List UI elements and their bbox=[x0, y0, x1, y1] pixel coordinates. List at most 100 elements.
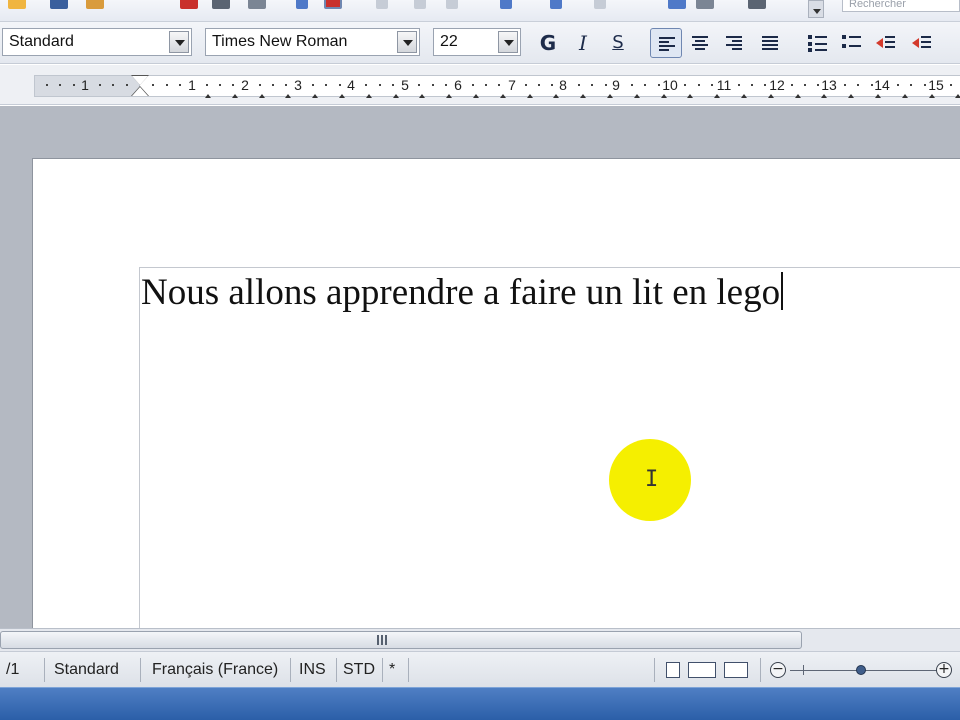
ruler-tab-stop[interactable] bbox=[473, 94, 479, 98]
zoom-out-button[interactable]: − bbox=[770, 662, 786, 678]
toolbar-overflow-button[interactable] bbox=[808, 0, 824, 18]
multi-page-view-icon[interactable] bbox=[688, 662, 716, 678]
preview-icon[interactable] bbox=[248, 0, 266, 9]
bold-button[interactable]: G bbox=[535, 30, 561, 56]
redo-icon[interactable] bbox=[594, 0, 606, 9]
insert-mode[interactable]: INS bbox=[299, 660, 326, 680]
single-page-view-icon[interactable] bbox=[666, 662, 680, 678]
ruler-tab-stop[interactable] bbox=[500, 94, 506, 98]
document-text-line[interactable]: Nous allons apprendre a faire un lit en … bbox=[141, 271, 784, 315]
indent-marker[interactable] bbox=[131, 75, 149, 96]
standard-toolbar: Rechercher bbox=[0, 0, 960, 22]
edit-file-icon[interactable] bbox=[86, 0, 104, 9]
ruler-tick bbox=[644, 84, 646, 86]
ruler-tick bbox=[73, 84, 75, 86]
underline-button[interactable]: S bbox=[605, 30, 631, 56]
horizontal-ruler[interactable]: 1 1 2 3 4 5 6 7 8 9 10 11 12 13 14 15 bbox=[0, 65, 960, 105]
formatting-toolbar: Standard Times New Roman 22 G I S bbox=[0, 22, 960, 64]
ruler-tab-stop[interactable] bbox=[607, 94, 613, 98]
document-area[interactable]: Nous allons apprendre a faire un lit en … bbox=[0, 106, 960, 628]
print-icon[interactable] bbox=[212, 0, 230, 9]
ruler-tick bbox=[472, 84, 474, 86]
hyperlink-icon[interactable] bbox=[668, 0, 686, 9]
modified-indicator[interactable]: * bbox=[389, 660, 395, 680]
ruler-tab-stop[interactable] bbox=[795, 94, 801, 98]
ruler-tab-stop[interactable] bbox=[232, 94, 238, 98]
justify-button[interactable] bbox=[754, 28, 786, 58]
zoom-slider-thumb[interactable] bbox=[856, 665, 866, 675]
navigator-icon[interactable] bbox=[748, 0, 766, 9]
copy-icon[interactable] bbox=[414, 0, 426, 9]
ruler-tab-stop[interactable] bbox=[285, 94, 291, 98]
table-icon[interactable] bbox=[696, 0, 714, 9]
ruler-tick bbox=[817, 84, 819, 86]
align-left-button[interactable] bbox=[650, 28, 682, 58]
ruler-tab-stop[interactable] bbox=[312, 94, 318, 98]
cut-icon[interactable] bbox=[376, 0, 388, 9]
page-style[interactable]: Standard bbox=[54, 660, 119, 680]
ruler-tab-stop[interactable] bbox=[929, 94, 935, 98]
document-page[interactable]: Nous allons apprendre a faire un lit en … bbox=[32, 158, 960, 628]
ruler-number: 1 bbox=[188, 77, 196, 93]
ruler-tab-stop[interactable] bbox=[875, 94, 881, 98]
ruler-tab-stop[interactable] bbox=[446, 94, 452, 98]
language[interactable]: Français (France) bbox=[152, 660, 278, 680]
format-paintbrush-icon[interactable] bbox=[500, 0, 512, 9]
decrease-indent-icon[interactable] bbox=[876, 34, 896, 52]
pdf-export-icon[interactable] bbox=[180, 0, 198, 9]
ruler-tab-stop[interactable] bbox=[821, 94, 827, 98]
font-name-select[interactable]: Times New Roman bbox=[205, 28, 420, 56]
ruler-tick bbox=[485, 84, 487, 86]
undo-icon[interactable] bbox=[550, 0, 562, 9]
paragraph-style-select[interactable]: Standard bbox=[2, 28, 192, 56]
ruler-tab-stop[interactable] bbox=[902, 94, 908, 98]
font-size-select[interactable]: 22 bbox=[433, 28, 521, 56]
spellcheck-icon[interactable] bbox=[296, 0, 308, 9]
italic-button[interactable]: I bbox=[570, 30, 596, 56]
increase-indent-icon[interactable] bbox=[912, 34, 932, 52]
numbering-icon[interactable] bbox=[808, 34, 828, 52]
paste-icon[interactable] bbox=[446, 0, 458, 9]
ruler-tab-stop[interactable] bbox=[848, 94, 854, 98]
ruler-tab-stop[interactable] bbox=[714, 94, 720, 98]
chevron-down-icon[interactable] bbox=[498, 31, 518, 53]
ruler-tick bbox=[738, 84, 740, 86]
ruler-tab-stop[interactable] bbox=[955, 94, 960, 98]
ruler-tab-stop[interactable] bbox=[687, 94, 693, 98]
open-folder-icon[interactable] bbox=[8, 0, 26, 9]
align-right-button[interactable] bbox=[718, 28, 750, 58]
search-input[interactable]: Rechercher bbox=[842, 0, 960, 12]
ruler-tab-stop[interactable] bbox=[393, 94, 399, 98]
ruler-tab-stop[interactable] bbox=[527, 94, 533, 98]
font-name-value: Times New Roman bbox=[212, 33, 348, 50]
book-view-icon[interactable] bbox=[724, 662, 748, 678]
zoom-in-button[interactable]: + bbox=[936, 662, 952, 678]
bullets-icon[interactable] bbox=[842, 34, 862, 52]
ruler-tick bbox=[325, 84, 327, 86]
ruler-tab-stop[interactable] bbox=[339, 94, 345, 98]
autocheck-icon[interactable] bbox=[324, 0, 342, 9]
ruler-tab-stop[interactable] bbox=[768, 94, 774, 98]
save-icon[interactable] bbox=[50, 0, 68, 9]
ruler-tab-stop[interactable] bbox=[661, 94, 667, 98]
ruler-tab-stop[interactable] bbox=[553, 94, 559, 98]
justify-icon bbox=[762, 36, 778, 50]
ruler-tab-stop[interactable] bbox=[580, 94, 586, 98]
horizontal-scrollbar[interactable] bbox=[0, 628, 960, 651]
selection-mode[interactable]: STD bbox=[343, 660, 375, 680]
ruler-tab-stop[interactable] bbox=[259, 94, 265, 98]
ruler-tab-stop[interactable] bbox=[419, 94, 425, 98]
status-divider bbox=[382, 658, 383, 682]
chevron-down-icon[interactable] bbox=[397, 31, 417, 53]
chevron-down-icon[interactable] bbox=[169, 31, 189, 53]
scrollbar-thumb[interactable] bbox=[0, 631, 802, 649]
ruler-tick bbox=[897, 84, 899, 86]
align-center-button[interactable] bbox=[684, 28, 716, 58]
ruler-tick bbox=[751, 84, 753, 86]
ruler-tab-stop[interactable] bbox=[741, 94, 747, 98]
ruler-number: 2 bbox=[241, 77, 249, 93]
ruler-tab-stop[interactable] bbox=[634, 94, 640, 98]
ruler-tab-stop[interactable] bbox=[366, 94, 372, 98]
ruler-tab-stop[interactable] bbox=[205, 94, 211, 98]
page-count[interactable]: /1 bbox=[6, 660, 19, 680]
